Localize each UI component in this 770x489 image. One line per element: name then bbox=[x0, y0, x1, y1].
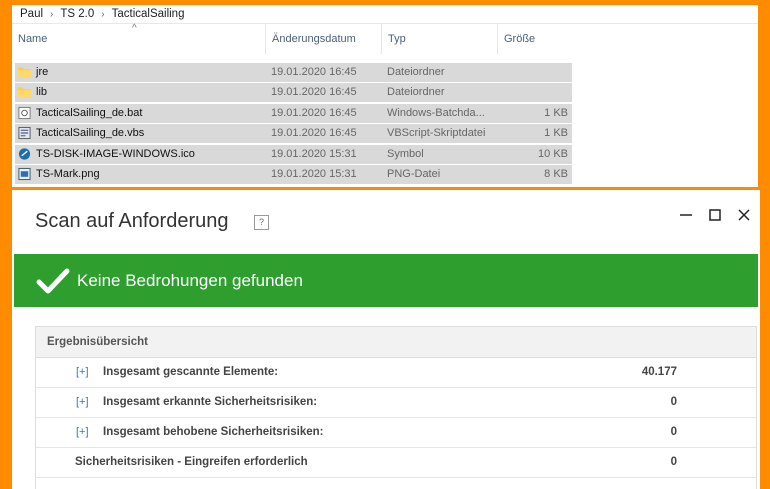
file-date: 19.01.2020 16:45 bbox=[271, 127, 357, 139]
file-row[interactable]: TS-Mark.png 19.01.2020 15:31 PNG-Datei 8… bbox=[15, 165, 572, 184]
result-label: Insgesamt gescannte Elemente: bbox=[103, 366, 279, 378]
file-date: 19.01.2020 16:45 bbox=[271, 107, 357, 119]
file-name: lib bbox=[36, 86, 48, 98]
column-header-row: Name ^ Änderungsdatum Typ Größe bbox=[12, 23, 758, 54]
column-header-label: Änderungsdatum bbox=[272, 33, 356, 45]
breadcrumb-item[interactable]: Paul bbox=[20, 8, 43, 20]
checkmark-icon bbox=[36, 268, 70, 294]
file-row[interactable]: TacticalSailing_de.bat 19.01.2020 16:45 … bbox=[15, 104, 572, 123]
file-size: 1 KB bbox=[544, 127, 568, 139]
file-type: Dateiordner bbox=[387, 66, 445, 78]
file-row[interactable]: TS-DISK-IMAGE-WINDOWS.ico 19.01.2020 15:… bbox=[15, 145, 572, 164]
file-name: TS-Mark.png bbox=[36, 168, 100, 180]
file-name: jre bbox=[36, 66, 49, 78]
file-row[interactable]: TacticalSailing_de.vbs 19.01.2020 16:45 … bbox=[15, 124, 572, 143]
result-label: Sicherheitsrisiken - Eingreifen erforder… bbox=[75, 456, 308, 468]
file-type: Dateiordner bbox=[387, 86, 445, 98]
file-date: 19.01.2020 16:45 bbox=[271, 86, 357, 98]
minimize-icon[interactable] bbox=[675, 204, 697, 226]
result-value: 0 bbox=[670, 396, 677, 408]
file-type: Symbol bbox=[387, 148, 424, 160]
status-message: Keine Bedrohungen gefunden bbox=[77, 271, 303, 290]
file-type: PNG-Datei bbox=[387, 168, 441, 180]
file-size: 8 KB bbox=[544, 168, 568, 180]
image-file-icon bbox=[18, 167, 31, 181]
chevron-right-icon: › bbox=[101, 8, 105, 20]
file-date: 19.01.2020 15:31 bbox=[271, 168, 357, 180]
column-header-label: Name bbox=[18, 33, 48, 45]
ico-file-icon bbox=[18, 148, 31, 160]
file-date: 19.01.2020 15:31 bbox=[271, 148, 357, 160]
file-name: TacticalSailing_de.vbs bbox=[36, 127, 145, 139]
scan-window: Scan auf Anforderung ? Keine Bedrohungen… bbox=[12, 190, 760, 489]
file-date: 19.01.2020 16:45 bbox=[271, 66, 357, 78]
folder-icon bbox=[18, 87, 31, 98]
column-header-name[interactable]: Name ^ bbox=[12, 23, 265, 54]
close-icon[interactable] bbox=[733, 204, 755, 226]
breadcrumb-item[interactable]: TacticalSailing bbox=[112, 8, 185, 20]
result-label: Insgesamt behobene Sicherheitsrisiken: bbox=[103, 426, 324, 438]
file-row[interactable]: lib 19.01.2020 16:45 Dateiordner bbox=[15, 83, 572, 102]
result-value: 40.177 bbox=[641, 366, 677, 378]
file-type: Windows-Batchda... bbox=[387, 107, 485, 119]
result-label: Insgesamt erkannte Sicherheitsrisiken: bbox=[103, 396, 318, 408]
file-row[interactable]: jre 19.01.2020 16:45 Dateiordner bbox=[15, 63, 572, 82]
maximize-icon[interactable] bbox=[704, 204, 726, 226]
column-header-label: Typ bbox=[388, 33, 406, 45]
folder-icon bbox=[18, 67, 31, 78]
file-size: 10 KB bbox=[538, 148, 568, 160]
result-row: [+] Insgesamt behobene Sicherheitsrisike… bbox=[36, 418, 756, 448]
column-header-date[interactable]: Änderungsdatum bbox=[265, 24, 381, 54]
batch-file-icon bbox=[18, 106, 31, 120]
result-value: 0 bbox=[670, 426, 677, 438]
script-file-icon bbox=[18, 126, 31, 140]
result-row: Sicherheitsrisiken - Eingreifen erforder… bbox=[36, 448, 756, 478]
expand-toggle[interactable]: [+] bbox=[76, 396, 89, 408]
results-summary-header: Ergebnisübersicht bbox=[36, 327, 756, 358]
breadcrumb: Paul › TS 2.0 › TacticalSailing bbox=[12, 5, 758, 23]
status-banner: Keine Bedrohungen gefunden bbox=[14, 254, 758, 307]
expand-toggle[interactable]: [+] bbox=[76, 426, 89, 438]
sort-ascending-icon: ^ bbox=[132, 23, 137, 34]
window-title: Scan auf Anforderung bbox=[35, 210, 229, 232]
file-name: TacticalSailing_de.bat bbox=[36, 107, 143, 119]
breadcrumb-item[interactable]: TS 2.0 bbox=[60, 8, 94, 20]
result-row: [+] Insgesamt gescannte Elemente: 40.177 bbox=[36, 358, 756, 388]
file-size: 1 KB bbox=[544, 107, 568, 119]
expand-toggle[interactable]: [+] bbox=[76, 366, 89, 378]
chevron-right-icon: › bbox=[50, 8, 54, 20]
results-summary-panel: Ergebnisübersicht [+] Insgesamt gescannt… bbox=[35, 326, 757, 489]
help-button[interactable]: ? bbox=[254, 215, 269, 230]
column-header-label: Größe bbox=[504, 33, 536, 45]
result-value: 0 bbox=[670, 456, 677, 468]
result-row: [+] Insgesamt erkannte Sicherheitsrisike… bbox=[36, 388, 756, 418]
file-type: VBScript-Skriptdatei bbox=[387, 127, 486, 139]
file-explorer: Paul › TS 2.0 › TacticalSailing Name ^ Ä… bbox=[12, 5, 758, 187]
file-name: TS-DISK-IMAGE-WINDOWS.ico bbox=[36, 148, 195, 160]
column-header-type[interactable]: Typ bbox=[381, 24, 497, 54]
column-header-size[interactable]: Größe bbox=[497, 24, 575, 54]
